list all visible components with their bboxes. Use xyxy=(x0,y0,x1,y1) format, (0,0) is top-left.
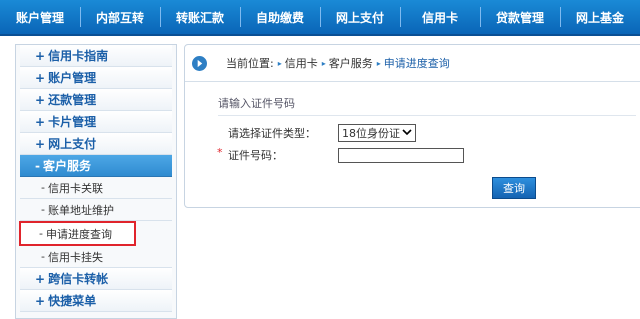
breadcrumb-link-credit-card[interactable]: 信用卡 xyxy=(285,55,318,71)
sidebar-item-card-management[interactable]: + 卡片管理 xyxy=(20,111,172,133)
nav-online-fund[interactable]: 网上基金 xyxy=(560,0,640,34)
sidebar-subitem-billing-address[interactable]: - 账单地址维护 xyxy=(20,199,172,221)
sidebar-item-label: 账单地址维护 xyxy=(47,203,114,217)
id-type-row: 请选择证件类型： 18位身份证 xyxy=(220,122,640,144)
id-type-label: 请选择证件类型： xyxy=(228,127,316,140)
expand-icon: + xyxy=(35,92,46,107)
breadcrumb-arrow-icon: ▸ xyxy=(277,58,282,68)
id-number-label-wrap: * 证件号码： xyxy=(217,146,338,163)
collapse-icon: - xyxy=(35,158,40,173)
nav-loan-management[interactable]: 贷款管理 xyxy=(480,0,560,34)
expand-icon: + xyxy=(35,114,46,129)
sidebar-item-label: 卡片管理 xyxy=(48,115,97,129)
sidebar-item-label: 账户管理 xyxy=(48,71,97,85)
sidebar-group-customer-service[interactable]: - 客户服务 xyxy=(20,155,172,177)
sidebar-menu: + 信用卡指南 + 账户管理 + 还款管理 + 卡片管理 + 网上支付 - 客户… xyxy=(15,44,177,319)
sidebar-item-label: 申请进度查询 xyxy=(45,227,112,241)
nav-online-payment[interactable]: 网上支付 xyxy=(320,0,400,34)
nav-internal-transfer[interactable]: 内部互转 xyxy=(80,0,160,34)
sidebar-group-label: 客户服务 xyxy=(42,159,91,173)
breadcrumb-arrow-icon: ▸ xyxy=(321,58,326,68)
query-button[interactable]: 查询 xyxy=(492,177,536,199)
sidebar-item-cross-card-transfer[interactable]: + 跨信卡转帐 xyxy=(20,268,172,290)
breadcrumb-current: 申请进度查询 xyxy=(383,57,450,70)
sidebar-item-label: 信用卡关联 xyxy=(47,181,103,195)
expand-icon: + xyxy=(35,48,46,63)
sidebar-item-label: 网上支付 xyxy=(48,137,97,151)
expand-icon: + xyxy=(35,70,46,85)
breadcrumb-prefix: 当前位置: xyxy=(226,57,274,70)
id-number-input[interactable] xyxy=(338,147,464,163)
sidebar-item-online-payment[interactable]: + 网上支付 xyxy=(20,133,172,155)
sidebar-subitem-application-progress[interactable]: - 申请进度查询 xyxy=(19,221,136,246)
sidebar-item-label: 快捷菜单 xyxy=(48,294,97,308)
id-number-row: * 证件号码： xyxy=(217,144,640,166)
sidebar-item-label: 跨信卡转帐 xyxy=(48,272,109,286)
sidebar-subitem-report-loss[interactable]: - 信用卡挂失 xyxy=(20,246,172,268)
breadcrumb-link-customer-service[interactable]: 客户服务 xyxy=(329,55,373,71)
nav-credit-card[interactable]: 信用卡 xyxy=(400,0,480,34)
id-type-selected-value: 18位身份证 xyxy=(342,127,400,140)
sidebar-item-label: 还款管理 xyxy=(48,93,97,107)
sidebar-item-account-management[interactable]: + 账户管理 xyxy=(20,67,172,89)
required-mark: * xyxy=(217,146,223,159)
breadcrumb: 当前位置: ▸ 信用卡 ▸ 客户服务 ▸ 申请进度查询 xyxy=(185,45,640,82)
id-number-label: 证件号码： xyxy=(228,149,283,162)
expand-icon: + xyxy=(35,293,46,308)
nav-remittance[interactable]: 转账汇款 xyxy=(160,0,240,34)
top-navigation: 账户管理 内部互转 转账汇款 自助缴费 网上支付 信用卡 贷款管理 网上基金 xyxy=(0,0,640,36)
sidebar-item-label: 信用卡指南 xyxy=(48,49,109,63)
sidebar-item-card-guide[interactable]: + 信用卡指南 xyxy=(20,45,172,67)
breadcrumb-arrow-icon: ▸ xyxy=(376,58,381,68)
sidebar-item-repayment[interactable]: + 还款管理 xyxy=(20,89,172,111)
nav-self-service-payment[interactable]: 自助缴费 xyxy=(240,0,320,34)
sidebar-item-label: 信用卡挂失 xyxy=(47,250,103,264)
sidebar-subitem-card-link[interactable]: - 信用卡关联 xyxy=(20,177,172,199)
main-panel: 当前位置: ▸ 信用卡 ▸ 客户服务 ▸ 申请进度查询 请输入证件号码 请选择证… xyxy=(184,44,640,208)
id-type-select[interactable]: 18位身份证 xyxy=(338,124,416,142)
nav-account-management[interactable]: 账户管理 xyxy=(0,0,80,34)
sidebar-item-shortcut-menu[interactable]: + 快捷菜单 xyxy=(20,290,172,312)
form-section-title: 请输入证件号码 xyxy=(218,95,636,116)
expand-icon: + xyxy=(35,136,46,151)
location-icon xyxy=(192,55,207,71)
expand-icon: + xyxy=(35,271,46,286)
chevron-down-icon xyxy=(402,128,412,139)
